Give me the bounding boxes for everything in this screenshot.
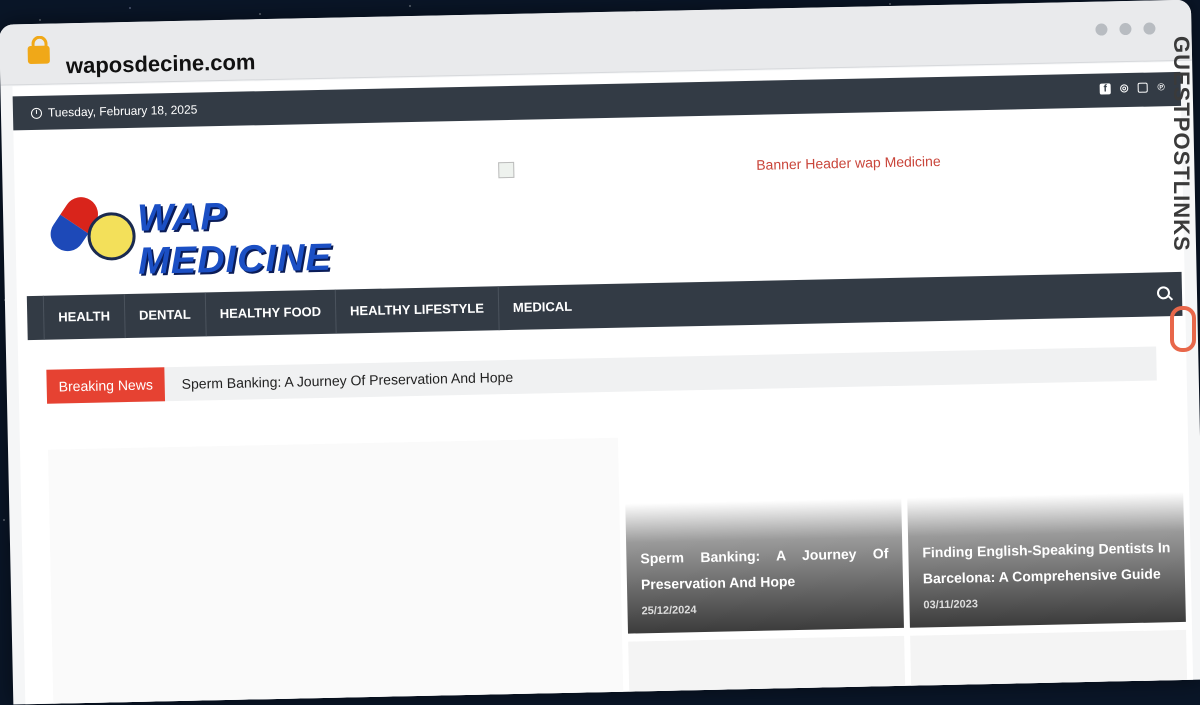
nav-item-healthy-food[interactable]: HEALTHY FOOD — [204, 289, 336, 337]
watermark-text: GUESTPOSTLINKS — [1169, 36, 1194, 252]
clock-icon — [30, 107, 43, 119]
guestpostlinks-watermark: GUESTPOSTLINKS — [1168, 36, 1198, 358]
card-date: 03/11/2023 — [923, 598, 979, 612]
featured-card-lower[interactable] — [628, 635, 906, 702]
featured-main-image[interactable] — [48, 437, 624, 705]
instagram-icon[interactable]: ◎ — [1119, 83, 1130, 94]
nav-item-dental[interactable]: DENTAL — [123, 292, 206, 339]
nav-item-healthy-lifestyle[interactable]: HEALTHY LIFESTYLE — [334, 286, 499, 334]
card-title[interactable]: Finding English-Speaking Dentists In Bar… — [922, 534, 1171, 591]
featured-card[interactable]: Sperm Banking: A Journey Of Preservation… — [625, 497, 904, 634]
lock-icon — [27, 45, 50, 65]
banner-alt-text[interactable]: Banner Header wap Medicine — [756, 153, 941, 173]
facebook-icon[interactable]: f — [1099, 83, 1111, 95]
tablet-icon — [87, 211, 137, 261]
date-display: Tuesday, February 18, 2025 — [30, 102, 198, 120]
breaking-news-headline[interactable]: Sperm Banking: A Journey Of Preservation… — [181, 360, 514, 401]
link-icon — [1170, 306, 1196, 352]
window-controls — [1095, 22, 1156, 36]
pinterest-icon[interactable]: ℗ — [1156, 82, 1167, 93]
address-bar-url[interactable]: waposdecine.com — [66, 49, 256, 79]
nav-item-medical[interactable]: MEDICAL — [497, 284, 587, 331]
logo-text: WAP MEDICINE — [136, 195, 333, 283]
browser-window: waposdecine.com Tuesday, February 18, 20… — [0, 0, 1200, 705]
web-page: Tuesday, February 18, 2025 f ◎ ℗ WAP MED… — [12, 61, 1194, 705]
social-links: f ◎ ℗ — [1099, 82, 1167, 95]
twitter-icon[interactable] — [1137, 82, 1148, 93]
featured-card-lower[interactable] — [910, 629, 1188, 696]
site-logo[interactable]: WAP MEDICINE — [56, 178, 428, 283]
card-date: 25/12/2024 — [641, 604, 697, 618]
window-dot-icon[interactable] — [1143, 22, 1156, 35]
window-dot-icon[interactable] — [1095, 23, 1108, 36]
featured-card[interactable]: Finding English-Speaking Dentists In Bar… — [907, 491, 1186, 628]
card-title[interactable]: Sperm Banking: A Journey Of Preservation… — [640, 540, 889, 597]
breaking-news-label: Breaking News — [46, 367, 166, 404]
broken-image-icon — [498, 161, 515, 179]
nav-item-health[interactable]: HEALTH — [42, 294, 125, 340]
breaking-news-bar: Breaking News Sperm Banking: A Journey O… — [46, 346, 1157, 404]
date-text: Tuesday, February 18, 2025 — [47, 102, 198, 120]
window-dot-icon[interactable] — [1119, 22, 1132, 36]
